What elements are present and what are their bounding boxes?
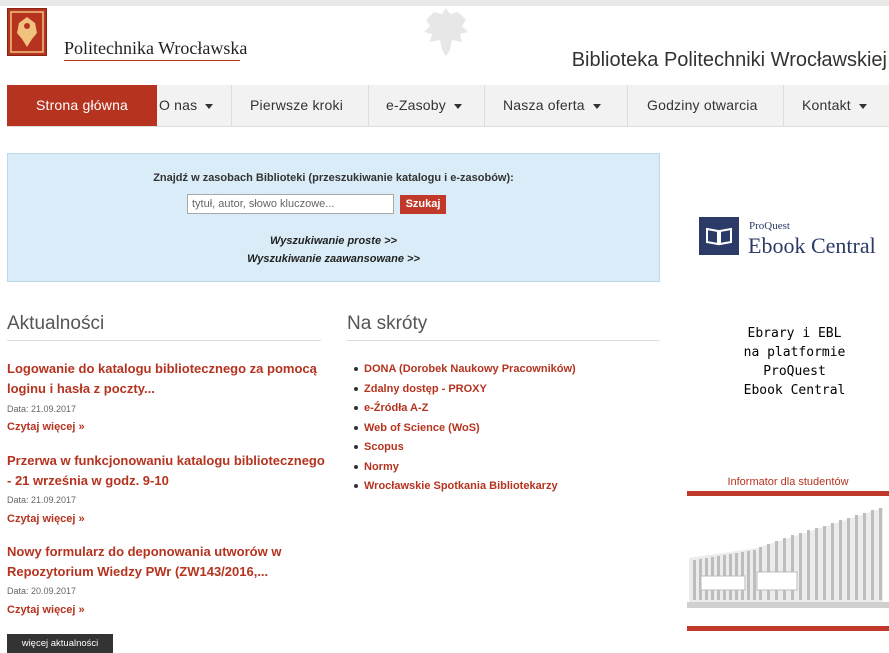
nav-e-resources-label: e-Zasoby — [386, 97, 446, 113]
nav-contact-label: Kontakt — [802, 97, 851, 113]
bullet-icon — [354, 465, 358, 470]
shortcut-label: Normy — [364, 461, 399, 473]
library-title: Biblioteka Politechniki Wrocławskiej — [571, 49, 887, 71]
bullet-icon — [354, 426, 358, 431]
news-item-date: Data: 21.09.2017 — [7, 495, 77, 505]
ebrary-info[interactable]: Ebrary i EBL na platformie ProQuest Eboo… — [700, 324, 889, 400]
nav-opening-hours-label: Godziny otwarcia — [647, 97, 758, 113]
bullet-icon — [354, 445, 358, 450]
search-label: Znajdź w zasobach Biblioteki (przeszukiw… — [153, 172, 514, 184]
shortcut-item-scopus[interactable]: Scopus — [354, 441, 404, 453]
shortcut-item-proxy[interactable]: Zdalny dostęp - PROXY — [354, 383, 487, 395]
more-news-button[interactable]: więcej aktualności — [7, 634, 113, 653]
advanced-search-link[interactable]: Wyszukiwanie zaawansowane >> — [8, 253, 659, 265]
chevron-down-icon — [205, 103, 214, 109]
bullet-icon — [354, 406, 358, 411]
bullet-icon — [354, 387, 358, 392]
university-name[interactable]: Politechnika Wrocławska — [64, 38, 247, 59]
chevron-down-icon — [453, 103, 462, 109]
eagle-emblem-icon — [420, 4, 472, 60]
library-building-image[interactable] — [687, 498, 889, 626]
nav-divider — [368, 85, 369, 126]
student-guide-title[interactable]: Informator dla studentów — [687, 476, 889, 488]
ebrary-line: na platformie — [743, 345, 846, 360]
simple-search-link[interactable]: Wyszukiwanie proste >> — [8, 235, 659, 247]
shortcut-item-librarians-meetings[interactable]: Wrocławskie Spotkania Bibliotekarzy — [354, 480, 558, 492]
proquest-brand[interactable]: ProQuest — [749, 220, 790, 232]
bullet-icon — [354, 484, 358, 489]
logo-underline — [64, 60, 240, 61]
ebrary-line: Ebook Central — [743, 383, 846, 398]
news-item-title[interactable]: Logowanie do katalogu bibliotecznego za … — [7, 359, 325, 399]
nav-e-resources[interactable]: e-Zasoby — [386, 85, 462, 126]
shortcut-item-wos[interactable]: Web of Science (WoS) — [354, 422, 480, 434]
nav-divider — [627, 85, 628, 126]
chevron-down-icon — [858, 103, 867, 109]
news-read-more-link[interactable]: Czytaj więcej » — [7, 421, 85, 433]
news-heading: Aktualności — [7, 313, 105, 334]
ebrary-line: Ebrary i EBL — [747, 326, 842, 341]
nav-about[interactable]: O nas — [159, 85, 214, 126]
search-panel: Znajdź w zasobach Biblioteki (przeszukiw… — [7, 153, 660, 282]
shortcut-label: Web of Science (WoS) — [364, 422, 480, 434]
news-read-more-link[interactable]: Czytaj więcej » — [7, 513, 85, 525]
university-crest-icon[interactable] — [7, 8, 47, 56]
nav-divider — [783, 85, 784, 126]
shortcut-item-dona[interactable]: DONA (Dorobek Naukowy Pracowników) — [354, 363, 576, 375]
nav-offer[interactable]: Nasza oferta — [503, 85, 601, 126]
shortcuts-heading: Na skróty — [347, 313, 428, 334]
bullet-icon — [354, 367, 358, 372]
nav-contact[interactable]: Kontakt — [802, 85, 867, 126]
shortcut-label: Wrocławskie Spotkania Bibliotekarzy — [364, 480, 558, 492]
nav-divider — [231, 85, 232, 126]
student-guide-top-bar — [687, 491, 889, 496]
nav-opening-hours[interactable]: Godziny otwarcia — [647, 85, 758, 126]
shortcut-label: DONA (Dorobek Naukowy Pracowników) — [364, 363, 576, 375]
ebrary-line: ProQuest — [763, 364, 826, 379]
book-icon[interactable] — [699, 217, 739, 260]
main-navigation: Strona główna O nas Pierwsze kroki e-Zas… — [7, 85, 889, 127]
shortcut-label: Zdalny dostęp - PROXY — [364, 383, 487, 395]
shortcut-label: Scopus — [364, 441, 404, 453]
chevron-down-icon — [592, 103, 601, 109]
search-button[interactable]: Szukaj — [400, 195, 446, 214]
ebook-central-brand[interactable]: Ebook Central — [748, 233, 876, 259]
shortcuts-heading-divider — [347, 340, 660, 341]
news-item-date: Data: 20.09.2017 — [7, 586, 77, 596]
news-read-more-link[interactable]: Czytaj więcej » — [7, 604, 85, 616]
search-input[interactable] — [187, 194, 394, 214]
student-guide-bottom-bar — [687, 626, 889, 631]
news-item-title[interactable]: Przerwa w funkcjonowaniu katalogu biblio… — [7, 451, 325, 491]
shortcut-item-e-sources[interactable]: e-Źródła A-Z — [354, 402, 428, 414]
nav-first-steps-label: Pierwsze kroki — [250, 97, 344, 113]
nav-first-steps[interactable]: Pierwsze kroki — [250, 85, 343, 126]
news-item-date: Data: 21.09.2017 — [7, 404, 77, 414]
nav-divider — [484, 85, 485, 126]
shortcut-label: e-Źródła A-Z — [364, 402, 429, 414]
news-item-title[interactable]: Nowy formularz do deponowania utworów w … — [7, 542, 325, 582]
nav-about-label: O nas — [159, 97, 198, 113]
news-heading-divider — [7, 340, 321, 341]
nav-home-label: Strona główna — [35, 97, 129, 113]
nav-offer-label: Nasza oferta — [503, 97, 585, 113]
nav-home[interactable]: Strona główna — [7, 85, 157, 126]
shortcut-item-norms[interactable]: Normy — [354, 461, 399, 473]
